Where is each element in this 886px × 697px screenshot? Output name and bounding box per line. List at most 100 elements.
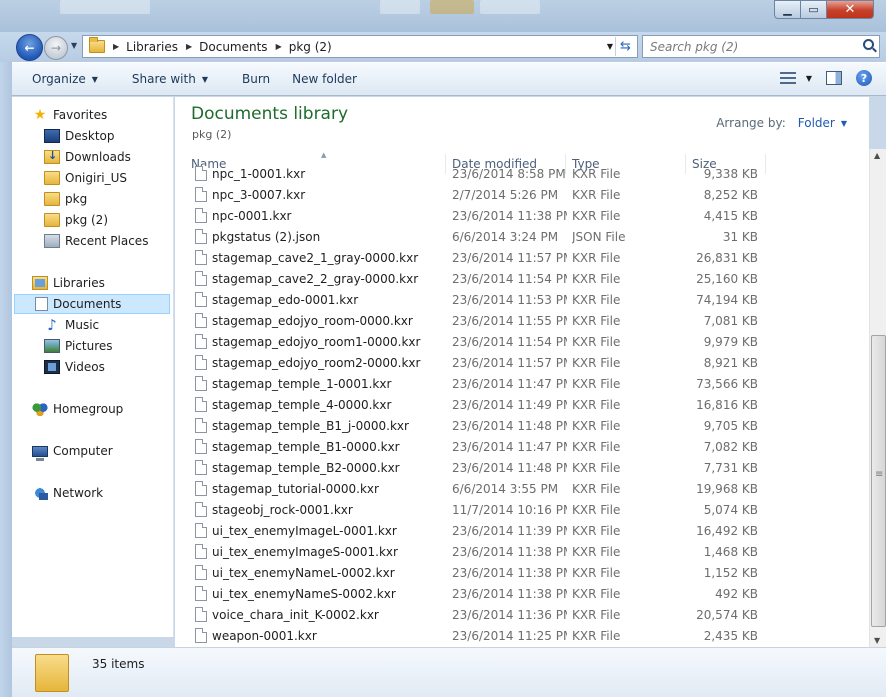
recent-pages-button[interactable]: ▼ <box>71 41 77 50</box>
sidebar-item-favorites[interactable]: ★ Favorites <box>20 105 173 125</box>
breadcrumb-separator-icon[interactable]: ▶ <box>276 42 282 51</box>
scroll-up-icon[interactable]: ▲ <box>874 151 880 160</box>
sidebar-item-recent-places[interactable]: Recent Places <box>12 231 170 251</box>
maximize-button[interactable]: ▭ <box>801 0 827 19</box>
close-button[interactable]: ✕ <box>827 0 874 19</box>
sidebar-item-videos[interactable]: Videos <box>12 357 170 377</box>
file-icon <box>195 523 207 538</box>
arrange-by: Arrange by: Folder ▼ <box>716 116 847 130</box>
table-row[interactable]: stageobj_rock-0001.kxr 11/7/2014 10:16 PM… <box>175 499 869 520</box>
table-row[interactable]: stagemap_cave2_2_gray-0000.kxr 23/6/2014 … <box>175 268 869 289</box>
preview-pane-icon[interactable] <box>826 71 842 85</box>
burn-label: Burn <box>241 72 271 86</box>
file-type: KXR File <box>572 628 621 643</box>
table-row[interactable]: stagemap_temple_4-0000.kxr 23/6/2014 11:4… <box>175 394 869 415</box>
table-row[interactable]: ui_tex_enemyImageS-0001.kxr 23/6/2014 11:… <box>175 541 869 562</box>
table-row[interactable]: stagemap_temple_B1_j-0000.kxr 23/6/2014 1… <box>175 415 869 436</box>
folder-icon <box>44 213 60 227</box>
scroll-down-icon[interactable]: ▼ <box>874 636 880 645</box>
file-size: 492 KB <box>715 586 758 601</box>
sidebar-item-pkg2[interactable]: pkg (2) <box>12 210 170 230</box>
file-size: 73,566 KB <box>696 376 758 391</box>
table-row[interactable]: stagemap_edo-0001.kxr 23/6/2014 11:53 PM K… <box>175 289 869 310</box>
scrollbar-thumb[interactable] <box>871 335 886 627</box>
breadcrumb-libraries[interactable]: Libraries <box>126 40 178 54</box>
breadcrumb-pkg2[interactable]: pkg (2) <box>289 40 332 54</box>
table-row[interactable]: ui_tex_enemyImageL-0001.kxr 23/6/2014 11:… <box>175 520 869 541</box>
desktop-icon <box>44 129 60 143</box>
file-icon <box>195 418 207 433</box>
table-row[interactable]: stagemap_temple_B2-0000.kxr 23/6/2014 11:… <box>175 457 869 478</box>
table-row[interactable]: npc_3-0007.kxr 2/7/2014 5:26 PM KXR File 8,… <box>175 184 869 205</box>
sidebar-item-computer[interactable]: Computer <box>20 441 173 461</box>
file-name: stageobj_rock-0001.kxr <box>212 502 353 517</box>
file-icon <box>195 502 207 517</box>
breadcrumb-separator-icon[interactable]: ▶ <box>186 42 192 51</box>
table-row[interactable]: ui_tex_enemyNameL-0002.kxr 23/6/2014 11:3… <box>175 562 869 583</box>
new-folder-button[interactable]: New folder <box>284 72 371 86</box>
forward-button[interactable]: → <box>44 36 68 60</box>
sidebar-item-pkg[interactable]: pkg <box>12 189 170 209</box>
sidebar-item-downloads[interactable]: Downloads <box>12 147 170 167</box>
organize-button[interactable]: Organize ▼ <box>12 72 112 86</box>
sidebar-item-onigiri-us[interactable]: Onigiri_US <box>12 168 170 188</box>
file-icon <box>195 607 207 622</box>
background-blur <box>60 0 150 14</box>
file-date-modified: 6/6/2014 3:55 PM <box>452 481 559 496</box>
file-size: 8,921 KB <box>703 355 758 370</box>
arrange-by-dropdown[interactable]: Folder <box>798 116 835 130</box>
file-icon <box>195 628 207 643</box>
sidebar-item-pictures[interactable]: Pictures <box>12 336 170 356</box>
burn-button[interactable]: Burn <box>222 72 284 86</box>
change-view-button[interactable]: ▼ <box>779 72 812 84</box>
sidebar-item-label: Pictures <box>65 339 113 353</box>
back-button[interactable]: ← <box>16 34 43 61</box>
file-size: 26,831 KB <box>696 250 758 265</box>
table-row[interactable]: stagemap_tutorial-0000.kxr 6/6/2014 3:55 … <box>175 478 869 499</box>
table-row[interactable]: weapon-0001.kxr 23/6/2014 11:25 PM KXR Fil… <box>175 625 869 646</box>
sidebar-item-homegroup[interactable]: Homegroup <box>20 399 173 419</box>
network-icon <box>32 486 48 500</box>
sidebar-item-documents[interactable]: Documents <box>14 294 170 314</box>
table-row[interactable]: stagemap_edojyo_room-0000.kxr 23/6/2014 1… <box>175 310 869 331</box>
vertical-scrollbar[interactable]: ▲ ▼ <box>869 149 886 647</box>
file-name: ui_tex_enemyImageL-0001.kxr <box>212 523 397 538</box>
minimize-button[interactable]: ▁ <box>774 0 801 19</box>
breadcrumb-separator-icon[interactable]: ▶ <box>113 42 119 51</box>
file-date-modified: 23/6/2014 11:38 PM <box>452 544 567 559</box>
file-icon <box>195 565 207 580</box>
table-row[interactable]: stagemap_edojyo_room1-0000.kxr 23/6/2014 … <box>175 331 869 352</box>
file-type: KXR File <box>572 250 621 265</box>
table-row[interactable]: ui_tex_enemyNameS-0002.kxr 23/6/2014 11:3… <box>175 583 869 604</box>
breadcrumb-documents[interactable]: Documents <box>199 40 267 54</box>
search-icon[interactable] <box>863 39 874 50</box>
sidebar-item-network[interactable]: Network <box>20 483 173 503</box>
table-row[interactable]: pkgstatus (2).json 6/6/2014 3:24 PM JSON F… <box>175 226 869 247</box>
sidebar-item-music[interactable]: ♪ Music <box>12 315 170 335</box>
table-row[interactable]: stagemap_edojyo_room2-0000.kxr 23/6/2014 … <box>175 352 869 373</box>
address-dropdown-icon[interactable]: ▼ <box>607 42 613 51</box>
file-date-modified: 23/6/2014 11:54 PM <box>452 334 567 349</box>
chevron-down-icon[interactable]: ▼ <box>841 119 847 128</box>
file-name: stagemap_temple_B2-0000.kxr <box>212 460 400 475</box>
file-type: KXR File <box>572 586 621 601</box>
table-row[interactable]: npc_1-0001.kxr 23/6/2014 8:58 PM KXR File 9… <box>175 163 869 184</box>
background-blur <box>430 0 474 14</box>
refresh-button[interactable]: ⇆ <box>615 37 635 56</box>
table-row[interactable]: stagemap_cave2_1_gray-0000.kxr 23/6/2014 … <box>175 247 869 268</box>
sidebar-item-libraries[interactable]: Libraries <box>20 273 173 293</box>
file-icon <box>195 271 207 286</box>
table-row[interactable]: npc-0001.kxr 23/6/2014 11:38 PM KXR File 4,… <box>175 205 869 226</box>
sidebar-item-label: Downloads <box>65 150 131 164</box>
share-with-button[interactable]: Share with ▼ <box>112 72 222 86</box>
sidebar-item-desktop[interactable]: Desktop <box>12 126 170 146</box>
table-row[interactable]: stagemap_temple_B1-0000.kxr 23/6/2014 11:… <box>175 436 869 457</box>
table-row[interactable]: stagemap_temple_1-0001.kxr 23/6/2014 11:4… <box>175 373 869 394</box>
help-icon[interactable]: ? <box>856 70 872 86</box>
table-row[interactable]: voice_chara_init_K-0002.kxr 23/6/2014 11:… <box>175 604 869 625</box>
search-input[interactable]: Search pkg (2) <box>642 35 880 58</box>
address-bar[interactable]: ▶ Libraries ▶ Documents ▶ pkg (2) ▼ ⇆ <box>82 35 638 58</box>
sidebar-item-label: Documents <box>53 297 122 311</box>
file-icon <box>195 355 207 370</box>
file-date-modified: 23/6/2014 11:47 PM <box>452 376 567 391</box>
